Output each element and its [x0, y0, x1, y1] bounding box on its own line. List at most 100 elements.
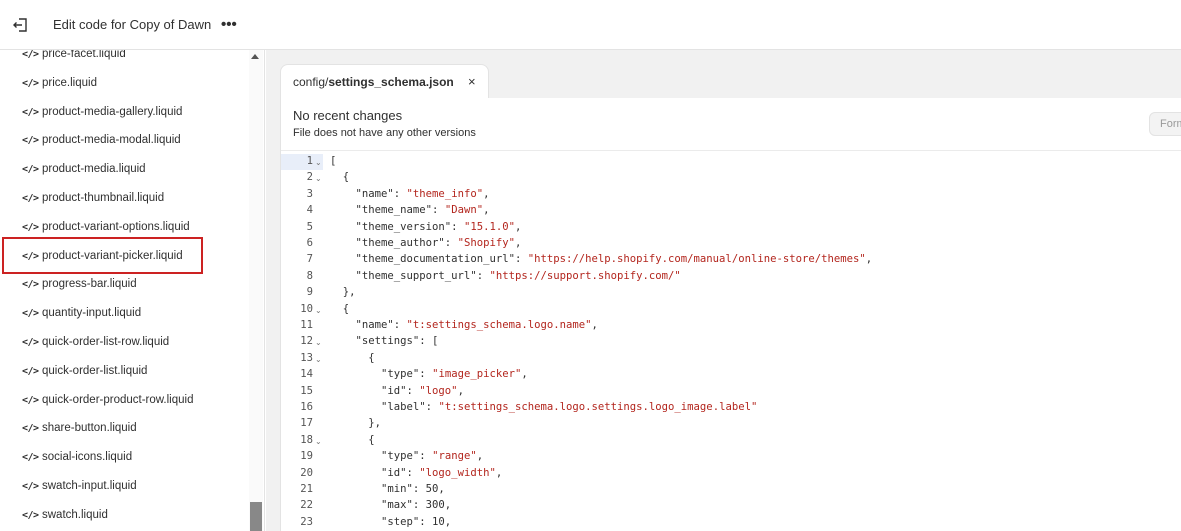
exit-icon[interactable] [11, 15, 31, 35]
code-line: 23 "step": 10, [281, 516, 1181, 531]
line-number: 20 [300, 466, 313, 479]
fold-chevron-icon[interactable]: ⌄ [315, 174, 322, 183]
code-text: { [330, 351, 375, 364]
line-number: 2 [306, 171, 313, 184]
file-item[interactable]: </> share-button.liquid [0, 415, 248, 443]
file-item-label: quick-order-product-row.liquid [42, 393, 194, 406]
file-item[interactable]: </> product-media-modal.liquid [0, 127, 248, 155]
file-item-label: quick-order-list-row.liquid [42, 336, 170, 348]
code-line: 15 "id": "logo", [281, 385, 1181, 401]
file-item[interactable]: </> swatch.liquid [0, 502, 248, 530]
file-item-label: quick-order-list.liquid [42, 364, 148, 377]
file-item[interactable]: </> swatch-input.liquid [0, 473, 248, 501]
code-line: 1 ⌄ [ [281, 155, 1181, 171]
code-file-icon: </> [22, 279, 39, 291]
file-item-label: progress-bar.liquid [42, 278, 137, 291]
code-file-icon: </> [22, 423, 39, 435]
line-number: 18 [300, 433, 313, 446]
code-file-icon: </> [22, 394, 39, 406]
line-number: 11 [300, 319, 313, 331]
file-item[interactable]: </> social-icons.liquid [0, 444, 248, 472]
file-item[interactable]: </> quick-order-list.liquid [0, 358, 248, 386]
code-line: 4 "theme_name": "Dawn", [281, 204, 1181, 220]
file-item-label: swatch.liquid [42, 508, 108, 521]
code-line: 14 "type": "image_picker", [281, 368, 1181, 384]
file-item-label: quantity-input.liquid [42, 307, 142, 320]
file-item-label: product-media.liquid [42, 163, 146, 176]
fold-chevron-icon[interactable]: ⌄ [315, 355, 322, 364]
line-number: 14 [300, 368, 313, 381]
code-text: "max": 300, [330, 499, 452, 512]
code-line: 8 "theme_support_url": "https://support.… [281, 270, 1181, 286]
code-line: 21 "min": 50, [281, 483, 1181, 499]
code-text: { [330, 302, 350, 315]
code-text: "min": 50, [330, 483, 445, 495]
code-text: [ [330, 155, 337, 167]
file-item[interactable]: </> quick-order-product-row.liquid [0, 387, 248, 415]
code-text: "step": 10, [330, 515, 452, 528]
scrollbar-thumb[interactable] [250, 502, 262, 531]
code-text: "type": "image_picker", [330, 368, 528, 381]
code-file-icon: </> [22, 77, 39, 89]
file-item[interactable]: </> price-facet.liquid [0, 50, 248, 69]
code-line: 18 ⌄ { [281, 434, 1181, 450]
tab-label: config/settings_schema.json [293, 75, 454, 89]
code-text: "label": "t:settings_schema.logo.setting… [330, 401, 758, 413]
tab-settings-schema[interactable]: config/settings_schema.json × [280, 64, 489, 98]
code-text: "id": "logo_width", [330, 466, 503, 479]
sidebar-scrollbar[interactable] [249, 50, 263, 531]
more-actions-button[interactable]: ••• [221, 15, 241, 35]
code-file-icon: </> [22, 106, 39, 118]
changes-title: No recent changes [293, 108, 403, 123]
code-file-icon: </> [22, 509, 39, 521]
file-item[interactable]: </> product-thumbnail.liquid [0, 185, 248, 213]
file-item-label: product-thumbnail.liquid [42, 192, 165, 204]
file-item[interactable]: </> product-media-gallery.liquid [0, 99, 248, 127]
line-number: 1 [306, 155, 313, 167]
top-bar: Edit code for Copy of Dawn ••• [0, 0, 1181, 50]
file-item[interactable]: </> quick-order-list-row.liquid [0, 329, 248, 357]
file-item[interactable]: </> product-variant-picker.liquid [0, 243, 248, 271]
code-text: "theme_name": "Dawn", [330, 204, 490, 217]
code-text: }, [330, 417, 382, 430]
file-sidebar: </> price-facet.liquid </> price.liquid </> p… [0, 50, 265, 531]
fold-chevron-icon[interactable]: ⌄ [315, 306, 322, 315]
line-number: 4 [306, 204, 313, 217]
file-item[interactable]: </> price.liquid [0, 70, 248, 98]
code-line: 2 ⌄ { [281, 171, 1181, 187]
code-file-icon: </> [22, 365, 39, 377]
file-item[interactable]: </> product-variant-options.liquid [0, 214, 248, 242]
fold-chevron-icon[interactable]: ⌄ [315, 158, 322, 167]
code-line: 16 "label": "t:settings_schema.logo.sett… [281, 401, 1181, 417]
code-text: "type": "range", [330, 450, 484, 463]
file-item[interactable]: </> product-media.liquid [0, 156, 248, 184]
code-file-icon: </> [22, 452, 39, 464]
fold-chevron-icon[interactable]: ⌄ [315, 338, 322, 347]
line-number: 16 [300, 401, 313, 413]
file-item[interactable]: </> progress-bar.liquid [0, 271, 248, 299]
code-file-icon: </> [22, 135, 39, 147]
scroll-up-arrow-icon[interactable] [251, 54, 259, 59]
code-line: 19 "type": "range", [281, 450, 1181, 466]
code-file-icon: </> [22, 481, 39, 492]
file-item-label: product-variant-options.liquid [42, 220, 190, 233]
file-item-label: product-media-modal.liquid [42, 134, 181, 147]
code-line: 22 "max": 300, [281, 499, 1181, 515]
code-line: 5 "theme_version": "15.1.0", [281, 221, 1181, 237]
code-file-icon: </> [22, 221, 39, 233]
file-item-label: product-media-gallery.liquid [42, 105, 183, 118]
file-item-label: price-facet.liquid [42, 50, 126, 60]
code-file-icon: </> [22, 250, 39, 262]
code-line: 12 ⌄ "settings": [ [281, 335, 1181, 351]
line-number: 23 [300, 515, 313, 528]
code-text: "name": "theme_info", [330, 187, 490, 200]
code-file-icon: </> [22, 193, 39, 204]
code-text: "theme_version": "15.1.0", [330, 220, 522, 233]
format-button[interactable]: Format [1149, 112, 1181, 136]
fold-chevron-icon[interactable]: ⌄ [315, 437, 322, 446]
close-icon[interactable]: × [468, 74, 476, 89]
file-item-label: share-button.liquid [42, 422, 137, 435]
code-line: 9 }, [281, 286, 1181, 302]
file-item[interactable]: </> quantity-input.liquid [0, 300, 248, 328]
file-item-label: product-variant-picker.liquid [42, 249, 183, 262]
